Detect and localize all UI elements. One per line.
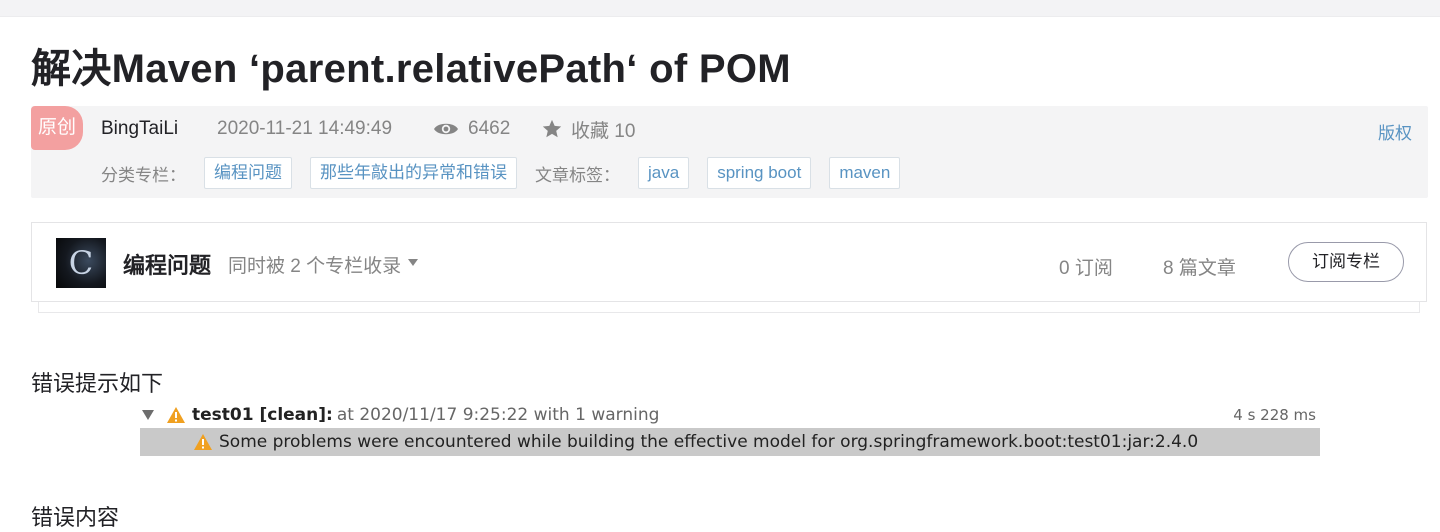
warning-icon <box>194 434 212 450</box>
category-tag[interactable]: 编程问题 <box>204 157 292 189</box>
console-screenshot: test01 [clean]: at 2020/11/17 9:25:22 wi… <box>140 400 1320 460</box>
column-name[interactable]: 编程问题 <box>123 248 211 280</box>
category-tag[interactable]: 那些年敲出的异常和错误 <box>310 157 517 189</box>
column-thumbnail-letter: C <box>68 244 94 282</box>
console-warning-row: Some problems were encountered while bui… <box>140 428 1320 456</box>
console-task-row: test01 [clean]: at 2020/11/17 9:25:22 wi… <box>140 402 1320 428</box>
publish-date: 2020-11-21 14:49:49 <box>217 118 393 139</box>
collect-button[interactable]: 收藏 10 <box>541 116 635 142</box>
console-warning-message: Some problems were encountered while bui… <box>219 432 1199 452</box>
article-tags-row: 分类专栏： 编程问题 那些年敲出的异常和错误 文章标签： java spring… <box>101 156 918 190</box>
content-paragraph: 错误内容 <box>31 505 120 530</box>
original-badge: 原创 <box>31 106 83 150</box>
subscribe-column-button[interactable]: 订阅专栏 <box>1288 242 1404 282</box>
article-count: 8 篇文章 <box>1163 258 1236 279</box>
column-card: C 编程问题 同时被 2 个专栏收录 0 订阅 8 篇文章 订阅专栏 <box>31 222 1427 302</box>
console-task-status: at 2020/11/17 9:25:22 with 1 warning <box>336 405 660 425</box>
warning-icon <box>167 407 185 423</box>
content-paragraph: 错误提示如下 <box>31 371 164 396</box>
copyright-link[interactable]: 版权 <box>1378 119 1412 144</box>
view-count-value: 6462 <box>468 118 511 139</box>
eye-icon <box>434 123 458 135</box>
subscription-count: 0 订阅 <box>1059 258 1113 279</box>
article-meta-box: 原创 BingTaiLi 2020-11-21 14:49:49 6462 收藏… <box>31 106 1428 198</box>
column-thumbnail[interactable]: C <box>56 238 106 288</box>
author-name[interactable]: BingTaiLi <box>101 118 178 140</box>
console-duration: 4 s 228 ms <box>1233 406 1316 424</box>
top-bar <box>0 0 1440 17</box>
article-meta-row: 原创 BingTaiLi 2020-11-21 14:49:49 6462 收藏… <box>31 106 1428 150</box>
column-included-label: 同时被 2 个专栏收录 <box>228 256 402 277</box>
view-count: 6462 <box>433 116 510 142</box>
console-task-name: test01 [clean]: <box>192 405 333 425</box>
caret-down-icon <box>408 259 419 266</box>
category-label: 分类专栏： <box>101 165 186 185</box>
article-title: 解决Maven ‘parent.relativePath‘ of POM <box>31 47 791 91</box>
article-tag[interactable]: spring boot <box>707 157 812 189</box>
star-icon <box>542 119 562 138</box>
article-tag[interactable]: maven <box>829 157 901 189</box>
collect-label: 收藏 10 <box>571 120 636 142</box>
expand-triangle-icon <box>142 410 154 420</box>
article-tag[interactable]: java <box>638 157 690 189</box>
column-included-dropdown[interactable]: 同时被 2 个专栏收录 <box>228 251 419 278</box>
tags-label: 文章标签： <box>535 165 620 185</box>
